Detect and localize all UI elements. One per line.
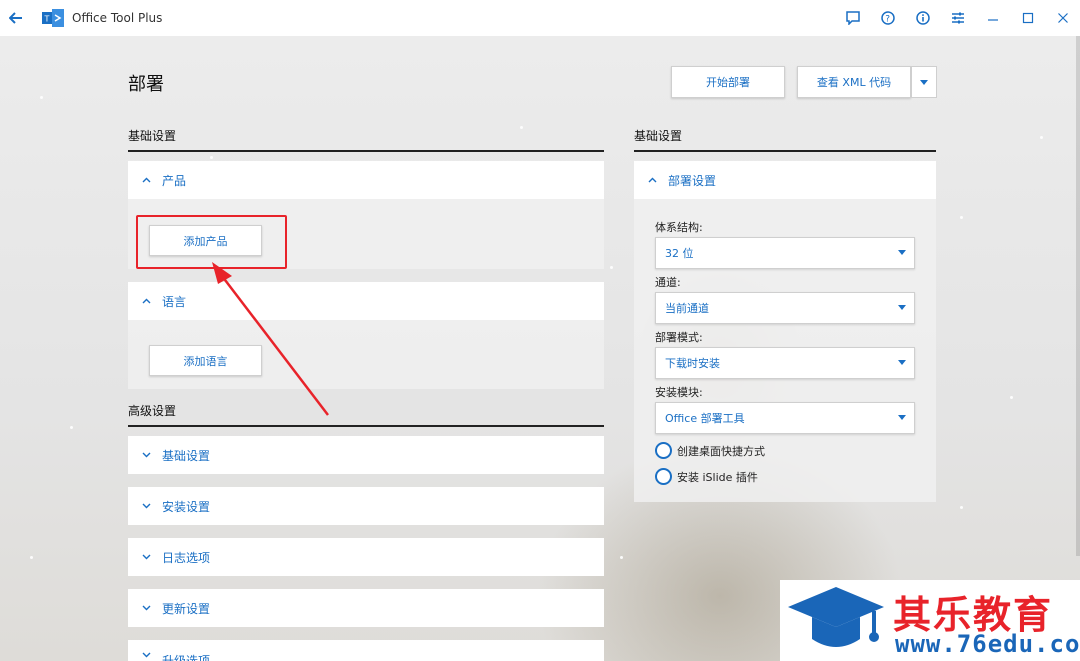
caret-down-icon: [898, 415, 906, 420]
panel-upgrade-options-title: 升级选项: [162, 654, 211, 661]
chevron-up-icon: [644, 177, 660, 183]
panel-update-settings[interactable]: 更新设置: [128, 589, 604, 627]
install-islide-label: 安装 iSlide 插件: [677, 470, 758, 484]
section-basic-right: 基础设置: [634, 127, 936, 152]
architecture-value: 32 位: [665, 247, 694, 260]
deploy-mode-label: 部署模式:: [655, 331, 703, 344]
create-shortcut-label: 创建桌面快捷方式: [677, 444, 765, 458]
channel-value: 当前通道: [665, 302, 709, 315]
architecture-select[interactable]: 32 位: [655, 237, 915, 269]
chevron-down-icon: [138, 452, 154, 458]
panel-advanced-basic[interactable]: 基础设置: [128, 436, 604, 474]
graduation-cap-icon: [788, 587, 884, 647]
caret-down-icon: [898, 250, 906, 255]
section-advanced: 高级设置: [128, 402, 604, 427]
install-module-select[interactable]: Office 部署工具: [655, 402, 915, 434]
panel-install-settings[interactable]: 安装设置: [128, 487, 604, 525]
chevron-down-icon: [138, 503, 154, 509]
architecture-label: 体系结构:: [655, 221, 703, 234]
install-islide-checkbox[interactable]: [655, 468, 672, 485]
panel-upgrade-options[interactable]: 升级选项: [128, 640, 604, 661]
create-shortcut-checkbox[interactable]: [655, 442, 672, 459]
panel-advanced-basic-title: 基础设置: [162, 448, 211, 463]
channel-label: 通道:: [655, 276, 681, 289]
deploy-mode-select[interactable]: 下载时安装: [655, 347, 915, 379]
caret-down-icon: [898, 360, 906, 365]
watermark-url: www.76edu.com: [895, 630, 1080, 658]
install-islide-option[interactable]: 安装 iSlide 插件: [655, 468, 758, 485]
panel-log-options[interactable]: 日志选项: [128, 538, 604, 576]
deploy-mode-value: 下载时安装: [665, 357, 720, 370]
channel-select[interactable]: 当前通道: [655, 292, 915, 324]
panel-deploy-settings-header[interactable]: 部署设置: [634, 161, 936, 199]
caret-down-icon: [898, 305, 906, 310]
install-module-label: 安装模块:: [655, 386, 703, 399]
panel-log-options-title: 日志选项: [162, 550, 211, 565]
create-shortcut-option[interactable]: 创建桌面快捷方式: [655, 442, 765, 459]
chevron-down-icon: [138, 554, 154, 560]
install-module-value: Office 部署工具: [665, 412, 745, 425]
chevron-down-icon: [138, 605, 154, 611]
panel-install-settings-title: 安装设置: [162, 499, 211, 514]
panel-deploy-settings-title: 部署设置: [668, 173, 717, 188]
panel-update-settings-title: 更新设置: [162, 601, 211, 616]
chevron-down-icon: [138, 652, 154, 658]
vertical-scrollbar[interactable]: [1076, 36, 1080, 556]
